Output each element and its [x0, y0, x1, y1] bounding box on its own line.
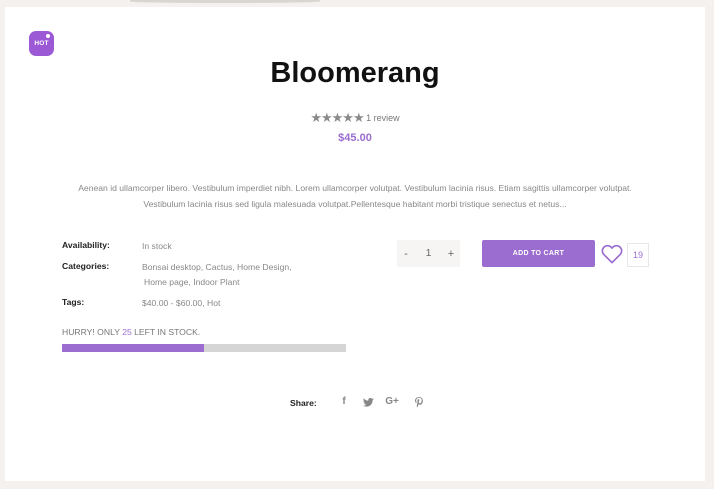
stock-prefix: HURRY! ONLY	[62, 327, 123, 337]
google-plus-icon[interactable]: G+	[384, 396, 400, 407]
facebook-icon[interactable]: f	[337, 396, 351, 407]
product-description: Aenean id ullamcorper libero. Vestibulum…	[78, 182, 632, 209]
stock-suffix: LEFT IN STOCK.	[131, 327, 201, 337]
quantity-stepper: - 1 +	[397, 240, 460, 267]
review-link[interactable]: 1 review	[366, 113, 400, 123]
categories-line-2[interactable]: Home page, Indoor Plant	[144, 275, 240, 290]
product-price: $45.00	[338, 132, 372, 144]
stock-progress-fill	[62, 344, 204, 352]
stock-message: HURRY! ONLY 25 LEFT IN STOCK.	[62, 327, 200, 337]
add-to-cart-button[interactable]: ADD TO CART	[482, 240, 595, 267]
product-card: HOT Bloomerang ★★★★★ 1 review $45.00 Aen…	[5, 7, 705, 481]
stock-progress-bar	[62, 344, 346, 352]
product-rating: ★★★★★ 1 review	[5, 110, 705, 126]
tags-label: Tags:	[62, 297, 85, 307]
quantity-increase-button[interactable]: +	[442, 248, 460, 260]
top-edge-shadow	[130, 0, 320, 3]
categories-label: Categories:	[62, 261, 110, 271]
quantity-decrease-button[interactable]: -	[397, 248, 415, 260]
availability-value: In stock	[142, 241, 172, 251]
badge-dot	[46, 34, 50, 38]
twitter-icon[interactable]	[361, 398, 375, 407]
heart-icon[interactable]	[601, 244, 623, 264]
tags-value[interactable]: $40.00 - $60.00, Hot	[142, 296, 220, 311]
hot-badge: HOT	[29, 31, 54, 56]
quantity-value[interactable]: 1	[426, 248, 432, 259]
rating-stars-icon: ★★★★★	[310, 110, 364, 125]
hot-badge-label: HOT	[34, 40, 49, 47]
categories-line-1[interactable]: Bonsai desktop, Cactus, Home Design,	[142, 260, 292, 275]
pinterest-icon[interactable]	[412, 397, 426, 408]
wishlist-count: 19	[627, 243, 649, 267]
share-label: Share:	[290, 398, 317, 408]
stock-count: 25	[122, 327, 132, 337]
product-title: Bloomerang	[270, 57, 440, 89]
availability-label: Availability:	[62, 240, 110, 250]
